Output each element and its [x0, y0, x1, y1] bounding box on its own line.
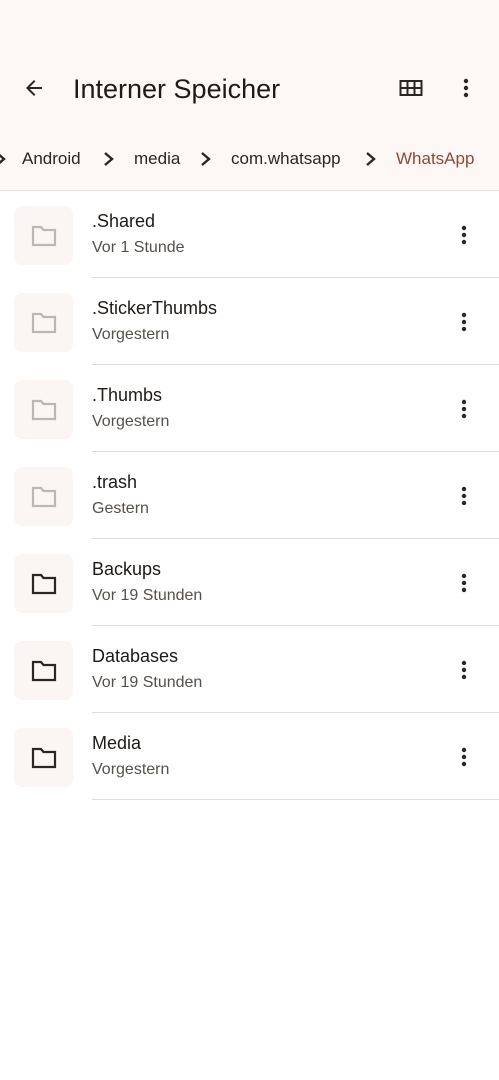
- more-vert-icon: [461, 573, 467, 593]
- folder-icon: [31, 225, 56, 246]
- breadcrumb-item-media[interactable]: media: [134, 148, 180, 170]
- more-options-button[interactable]: [444, 66, 488, 110]
- list-item[interactable]: .Shared Vor 1 Stunde: [0, 191, 499, 278]
- item-more-button[interactable]: [442, 648, 486, 692]
- folder-thumbnail: [14, 293, 73, 352]
- breadcrumb: Android media com.whatsapp WhatsApp: [0, 140, 499, 178]
- page-title: Interner Speicher: [73, 74, 281, 104]
- chevron-right-icon: [366, 152, 376, 166]
- folder-thumbnail: [14, 641, 73, 700]
- list-item[interactable]: Media Vorgestern: [0, 713, 499, 800]
- folder-icon: [31, 399, 56, 420]
- list-item[interactable]: .StickerThumbs Vorgestern: [0, 278, 499, 365]
- file-name: .Thumbs: [92, 385, 163, 405]
- divider: [92, 799, 499, 800]
- arrow-back-icon: [26, 80, 42, 96]
- item-more-button[interactable]: [442, 561, 486, 605]
- folder-thumbnail: [14, 554, 73, 613]
- more-vert-icon: [461, 225, 467, 245]
- item-more-button[interactable]: [442, 735, 486, 779]
- folder-icon: [31, 486, 56, 507]
- item-more-button[interactable]: [442, 474, 486, 518]
- breadcrumb-item-android[interactable]: Android: [22, 148, 81, 170]
- item-more-button[interactable]: [442, 387, 486, 431]
- list-item[interactable]: Databases Vor 19 Stunden: [0, 626, 499, 713]
- folder-thumbnail: [14, 206, 73, 265]
- folder-icon: [31, 573, 56, 594]
- list-item[interactable]: Backups Vor 19 Stunden: [0, 539, 499, 626]
- file-name: Databases: [92, 646, 179, 666]
- folder-thumbnail: [14, 380, 73, 439]
- item-more-button[interactable]: [442, 300, 486, 344]
- chevron-right-icon: [0, 153, 6, 165]
- folder-thumbnail: [14, 728, 73, 787]
- folder-icon: [31, 312, 56, 333]
- breadcrumb-item-whatsapp[interactable]: WhatsApp: [396, 148, 474, 170]
- grid-view-icon: [399, 80, 423, 96]
- list-item[interactable]: .Thumbs Vorgestern: [0, 365, 499, 452]
- folder-icon: [31, 660, 56, 681]
- item-more-button[interactable]: [442, 213, 486, 257]
- file-name: Media: [92, 733, 142, 753]
- folder-icon: [31, 747, 56, 768]
- list-item[interactable]: .trash Gestern: [0, 452, 499, 539]
- file-date: Gestern: [92, 500, 149, 517]
- back-button[interactable]: [12, 66, 56, 110]
- more-vert-icon: [461, 399, 467, 419]
- more-vert-icon: [463, 78, 469, 98]
- breadcrumb-item-com-whatsapp[interactable]: com.whatsapp: [231, 148, 341, 170]
- file-name: .StickerThumbs: [92, 298, 218, 318]
- file-date: Vorgestern: [92, 761, 170, 778]
- file-name: .trash: [92, 472, 138, 492]
- grid-view-button[interactable]: [389, 66, 433, 110]
- more-vert-icon: [461, 660, 467, 680]
- chevron-right-icon: [104, 152, 114, 166]
- more-vert-icon: [461, 486, 467, 506]
- file-date: Vor 19 Stunden: [92, 674, 203, 691]
- file-date: Vor 1 Stunde: [92, 239, 185, 256]
- file-date: Vor 19 Stunden: [92, 587, 203, 604]
- folder-thumbnail: [14, 467, 73, 526]
- file-name: Backups: [92, 559, 162, 579]
- file-date: Vorgestern: [92, 413, 170, 430]
- more-vert-icon: [461, 312, 467, 332]
- chevron-right-icon: [201, 152, 211, 166]
- more-vert-icon: [461, 747, 467, 767]
- file-date: Vorgestern: [92, 326, 170, 343]
- file-name: .Shared: [92, 211, 156, 231]
- app-bar: Interner Speicher: [0, 58, 499, 118]
